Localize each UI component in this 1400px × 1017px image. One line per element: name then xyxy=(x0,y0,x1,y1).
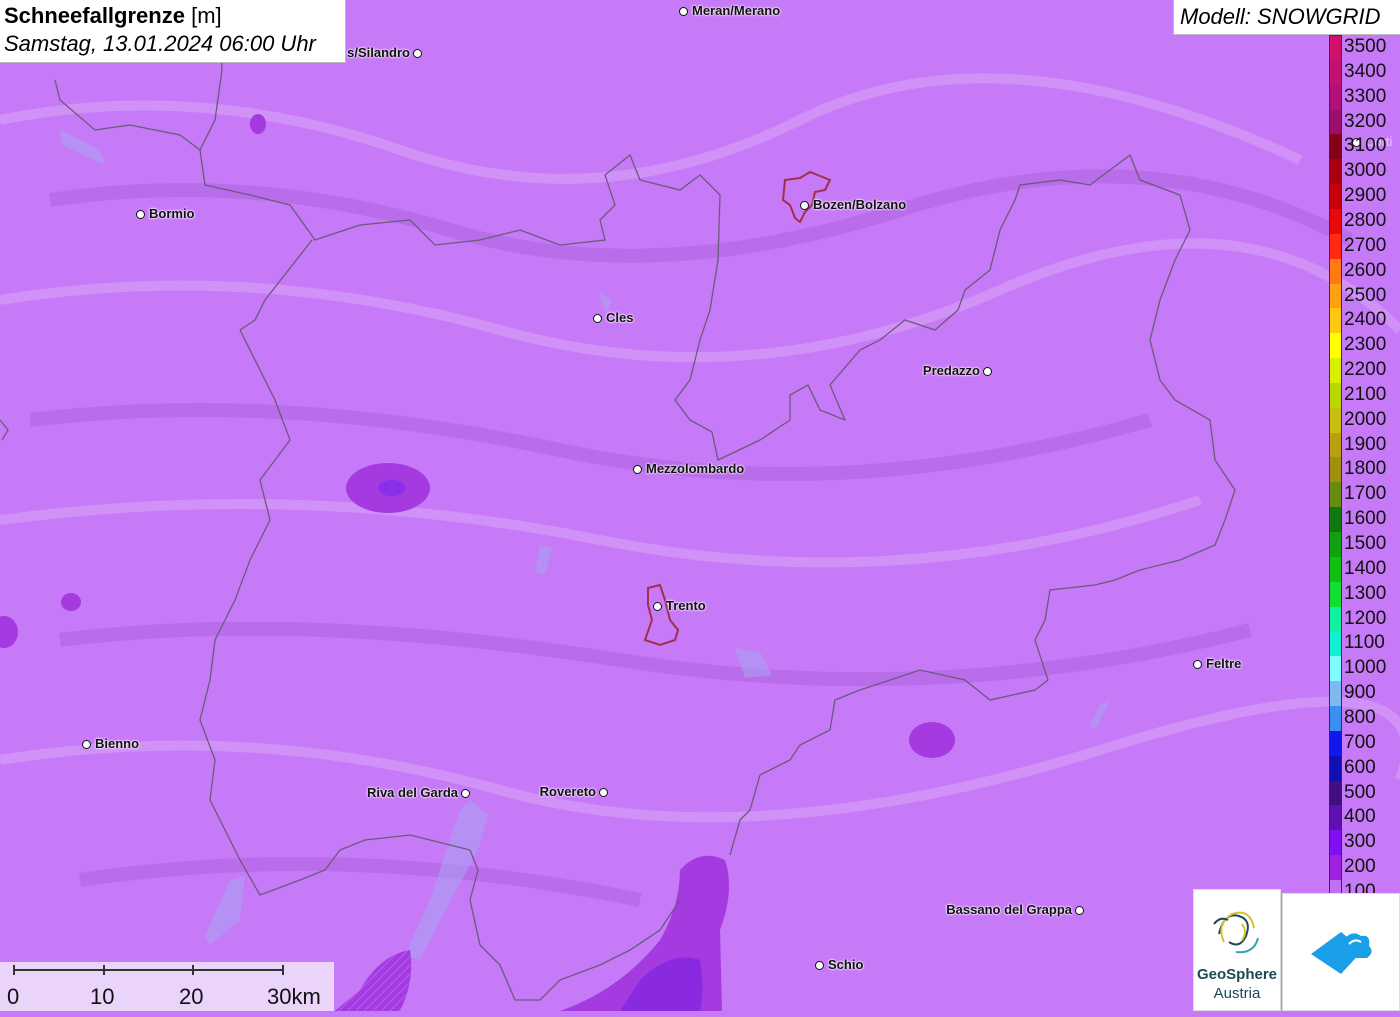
city-marker[interactable] xyxy=(1193,660,1202,669)
map-canvas[interactable] xyxy=(0,0,1400,1011)
legend-label: 500 xyxy=(1344,781,1376,803)
city-marker[interactable] xyxy=(593,314,602,323)
city-label[interactable]: s/Silandro xyxy=(347,45,410,60)
map-title: Schneefallgrenze [m] xyxy=(4,3,222,29)
legend-frame xyxy=(1329,35,1342,905)
city-marker[interactable] xyxy=(815,961,824,970)
legend-label: 1200 xyxy=(1344,607,1387,629)
scale-label-30km: 30km xyxy=(267,984,321,1009)
city-label[interactable]: Bozen/Bolzano xyxy=(813,197,906,212)
scale-bar: 0 10 20 30km xyxy=(0,962,334,1011)
legend-label: 3200 xyxy=(1344,110,1387,132)
city-label[interactable]: Rovereto xyxy=(540,784,596,799)
legend-label: 2900 xyxy=(1344,185,1387,207)
city-label[interactable]: Bassano del Grappa xyxy=(946,902,1072,917)
legend-label: 3300 xyxy=(1344,85,1387,107)
city-label[interactable]: Schio xyxy=(828,957,863,972)
legend-label: 3100 xyxy=(1344,135,1387,157)
city-label[interactable]: Bienno xyxy=(95,736,139,751)
city-marker[interactable] xyxy=(82,740,91,749)
city-marker[interactable] xyxy=(461,789,470,798)
city-marker[interactable] xyxy=(413,49,422,58)
city-marker[interactable] xyxy=(679,7,688,16)
legend-label: 1300 xyxy=(1344,582,1387,604)
legend-label: 200 xyxy=(1344,856,1376,878)
color-legend: 3500 3400 3300 3200 3100 3000 2900 2800 2700 2600… xyxy=(1329,35,1400,906)
scale-label-20: 20 xyxy=(179,984,204,1009)
legend-label: 2200 xyxy=(1344,359,1387,381)
legend-label: 2800 xyxy=(1344,209,1387,231)
city-marker[interactable] xyxy=(1075,906,1084,915)
legend-label: 300 xyxy=(1344,831,1376,853)
legend-label: 2400 xyxy=(1344,309,1387,331)
legend-label: 1900 xyxy=(1344,433,1387,455)
legend-label: 1100 xyxy=(1344,632,1385,654)
city-label[interactable]: Meran/Merano xyxy=(692,3,780,18)
scale-label-0: 0 xyxy=(7,984,20,1009)
city-label[interactable]: Mezzolombardo xyxy=(646,461,744,476)
legend-label: 2700 xyxy=(1344,234,1387,256)
city-marker[interactable] xyxy=(633,465,642,474)
city-label[interactable]: Cles xyxy=(606,310,633,325)
legend-label: 3500 xyxy=(1344,36,1387,57)
legend-label: 2600 xyxy=(1344,259,1387,281)
city-marker[interactable] xyxy=(599,788,608,797)
legend-label: 3000 xyxy=(1344,160,1387,182)
legend-label: 800 xyxy=(1344,706,1376,728)
city-label[interactable]: Bormio xyxy=(149,206,195,221)
scale-label-10: 10 xyxy=(90,984,115,1009)
legend-label: 1600 xyxy=(1344,508,1387,530)
legend-label: 1400 xyxy=(1344,557,1387,579)
legend-label: 900 xyxy=(1344,682,1376,704)
geosphere-country: Austria xyxy=(1213,985,1261,1002)
legend-label: 1000 xyxy=(1344,657,1387,679)
geosphere-swirl-icon xyxy=(1213,911,1259,954)
city-marker[interactable] xyxy=(136,210,145,219)
legend-label: 600 xyxy=(1344,756,1376,778)
legend-label: 2100 xyxy=(1344,383,1387,405)
legend-label: 2000 xyxy=(1344,408,1387,430)
model-panel: Modell: SNOWGRID xyxy=(1173,0,1400,35)
city-marker[interactable] xyxy=(983,367,992,376)
model-label: Modell: SNOWGRID xyxy=(1180,4,1381,29)
city-label[interactable]: Trento xyxy=(666,598,706,613)
map-datetime: Samstag, 13.01.2024 06:00 Uhr xyxy=(4,31,316,56)
city-label[interactable]: Riva del Garda xyxy=(367,785,458,800)
city-label[interactable]: Feltre xyxy=(1206,656,1241,671)
legend-label: 2300 xyxy=(1344,334,1387,356)
city-marker[interactable] xyxy=(800,201,809,210)
title-unit: [m] xyxy=(191,3,222,28)
cloud-diamond-icon xyxy=(1311,932,1372,974)
legend-label: 1500 xyxy=(1344,533,1387,554)
weather-app-logo[interactable] xyxy=(1282,893,1400,1011)
legend-label: 400 xyxy=(1344,806,1376,828)
geosphere-logo[interactable]: GeoSphere Austria xyxy=(1193,889,1281,1011)
legend-label: 1800 xyxy=(1344,458,1387,480)
legend-label: 2500 xyxy=(1344,284,1387,306)
city-label[interactable]: Predazzo xyxy=(923,363,980,378)
geosphere-name: GeoSphere xyxy=(1196,966,1278,983)
legend-label: 3400 xyxy=(1344,60,1387,82)
legend-label: 700 xyxy=(1344,731,1376,753)
title-panel: Schneefallgrenze [m] Samstag, 13.01.2024… xyxy=(0,0,346,63)
city-marker[interactable] xyxy=(653,602,662,611)
title-main: Schneefallgrenze xyxy=(4,3,185,28)
legend-label: 1700 xyxy=(1344,483,1387,505)
